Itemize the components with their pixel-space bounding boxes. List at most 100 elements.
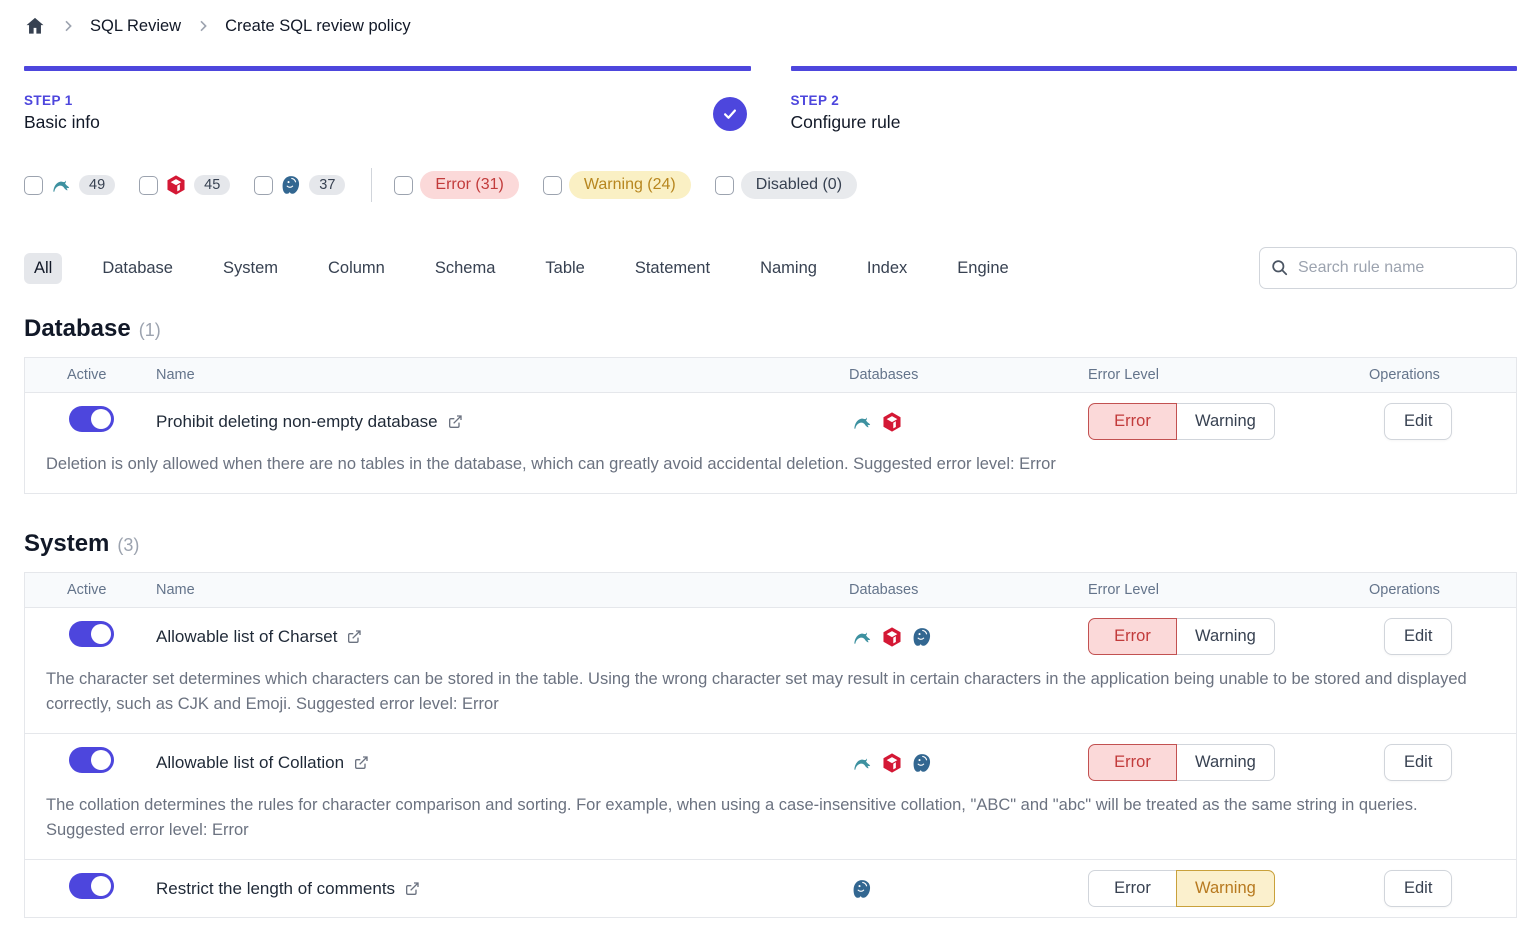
postgres-count-badge: 37	[309, 175, 345, 195]
section-title: Database	[24, 315, 131, 343]
external-link-icon[interactable]	[346, 629, 362, 645]
postgres-icon	[280, 174, 302, 196]
tab-system[interactable]: System	[213, 253, 288, 284]
warning-level-button[interactable]: Warning	[1176, 744, 1275, 781]
home-icon[interactable]	[24, 15, 46, 37]
filter-disabled[interactable]: Disabled (0)	[715, 171, 857, 199]
error-level-button[interactable]: Error	[1088, 870, 1177, 907]
table-header: Active Name Databases Error Level Operat…	[25, 573, 1516, 608]
mysql-icon	[851, 752, 873, 774]
tab-column[interactable]: Column	[318, 253, 395, 284]
external-link-icon[interactable]	[447, 414, 463, 430]
tab-engine[interactable]: Engine	[947, 253, 1018, 284]
tidb-count-badge: 45	[194, 175, 230, 195]
error-filter-pill: Error (31)	[420, 171, 518, 199]
mysql-icon	[851, 626, 873, 648]
tabs-and-search-row: All Database System Column Schema Table …	[24, 247, 1517, 289]
filter-postgres[interactable]: 37	[254, 174, 345, 196]
external-link-icon[interactable]	[404, 881, 420, 897]
search-box	[1259, 247, 1517, 289]
section-count: (3)	[117, 535, 139, 556]
step-1-progress-bar	[24, 66, 751, 71]
external-link-icon[interactable]	[353, 755, 369, 771]
tab-table[interactable]: Table	[535, 253, 594, 284]
disabled-checkbox[interactable]	[715, 176, 734, 195]
rule-allowable-list-of-charset: Allowable list of Charset Error Warning …	[25, 608, 1516, 734]
search-icon	[1270, 258, 1289, 282]
warning-level-button[interactable]: Warning	[1176, 403, 1275, 440]
col-operations: Operations	[1367, 367, 1516, 383]
error-level-button[interactable]: Error	[1088, 403, 1177, 440]
disabled-filter-pill: Disabled (0)	[741, 171, 857, 199]
step-1-label: STEP 1	[24, 93, 751, 108]
create-sql-review-policy-page: SQL Review Create SQL review policy STEP…	[0, 0, 1530, 942]
search-input[interactable]	[1259, 247, 1517, 289]
rule-name: Prohibit deleting non-empty database	[156, 412, 438, 432]
postgres-checkbox[interactable]	[254, 176, 273, 195]
step-1[interactable]: STEP 1 Basic info	[24, 66, 751, 133]
chevron-right-icon	[60, 18, 76, 34]
col-databases: Databases	[849, 367, 1088, 383]
breadcrumb: SQL Review Create SQL review policy	[24, 12, 1517, 40]
rule-active-toggle[interactable]	[69, 873, 114, 899]
rule-description: The collation determines the rules for c…	[25, 791, 1516, 859]
tab-index[interactable]: Index	[857, 253, 917, 284]
rule-description: Deletion is only allowed when there are …	[25, 450, 1516, 493]
col-operations: Operations	[1367, 582, 1516, 598]
col-error-level: Error Level	[1088, 367, 1367, 383]
tab-statement[interactable]: Statement	[625, 253, 720, 284]
rule-active-toggle[interactable]	[69, 406, 114, 432]
tidb-icon	[881, 411, 903, 433]
section-head-database: Database (1)	[24, 315, 1517, 343]
postgres-icon	[911, 626, 933, 648]
tidb-checkbox[interactable]	[139, 176, 158, 195]
chevron-right-icon	[195, 18, 211, 34]
warning-filter-pill: Warning (24)	[569, 171, 691, 199]
rule-prohibit-deleting-non-empty-database: Prohibit deleting non-empty database Err…	[25, 393, 1516, 493]
filter-tidb[interactable]: 45	[139, 174, 230, 196]
breadcrumb-create-policy: Create SQL review policy	[225, 17, 411, 36]
rule-active-toggle[interactable]	[69, 621, 114, 647]
mysql-count-badge: 49	[79, 175, 115, 195]
rule-active-toggle[interactable]	[69, 747, 114, 773]
error-level-button[interactable]: Error	[1088, 744, 1177, 781]
warning-level-button[interactable]: Warning	[1176, 870, 1275, 907]
rule-restrict-the-length-of-comments: Restrict the length of comments Error Wa…	[25, 860, 1516, 917]
col-error-level: Error Level	[1088, 582, 1367, 598]
rule-description: The character set determines which chara…	[25, 665, 1516, 733]
category-tabs: All Database System Column Schema Table …	[24, 253, 1019, 284]
tidb-icon	[881, 752, 903, 774]
step-1-completed-check-icon	[713, 97, 747, 131]
filter-error[interactable]: Error (31)	[394, 171, 518, 199]
breadcrumb-sql-review[interactable]: SQL Review	[90, 17, 181, 36]
tab-naming[interactable]: Naming	[750, 253, 827, 284]
mysql-checkbox[interactable]	[24, 176, 43, 195]
tidb-icon	[881, 626, 903, 648]
rule-name: Restrict the length of comments	[156, 879, 395, 899]
step-2-progress-bar	[791, 66, 1518, 71]
system-rules-table: Active Name Databases Error Level Operat…	[24, 572, 1517, 918]
error-level-button[interactable]: Error	[1088, 618, 1177, 655]
warning-checkbox[interactable]	[543, 176, 562, 195]
edit-button[interactable]: Edit	[1384, 744, 1452, 781]
tidb-icon	[165, 174, 187, 196]
section-head-system: System (3)	[24, 530, 1517, 558]
filter-warning[interactable]: Warning (24)	[543, 171, 691, 199]
tab-database[interactable]: Database	[92, 253, 183, 284]
database-rules-table: Active Name Databases Error Level Operat…	[24, 357, 1517, 494]
filter-bar: 49 45 37 Error (31) Warning (24) Disable…	[24, 169, 1517, 201]
tab-schema[interactable]: Schema	[425, 253, 506, 284]
rule-name: Allowable list of Collation	[156, 753, 344, 773]
edit-button[interactable]: Edit	[1384, 403, 1452, 440]
filter-mysql[interactable]: 49	[24, 174, 115, 196]
edit-button[interactable]: Edit	[1384, 618, 1452, 655]
error-checkbox[interactable]	[394, 176, 413, 195]
tab-all[interactable]: All	[24, 253, 62, 284]
edit-button[interactable]: Edit	[1384, 870, 1452, 907]
rule-name: Allowable list of Charset	[156, 627, 337, 647]
postgres-icon	[911, 752, 933, 774]
filter-divider	[371, 168, 372, 202]
step-2[interactable]: STEP 2 Configure rule	[791, 66, 1518, 133]
warning-level-button[interactable]: Warning	[1176, 618, 1275, 655]
mysql-icon	[851, 411, 873, 433]
